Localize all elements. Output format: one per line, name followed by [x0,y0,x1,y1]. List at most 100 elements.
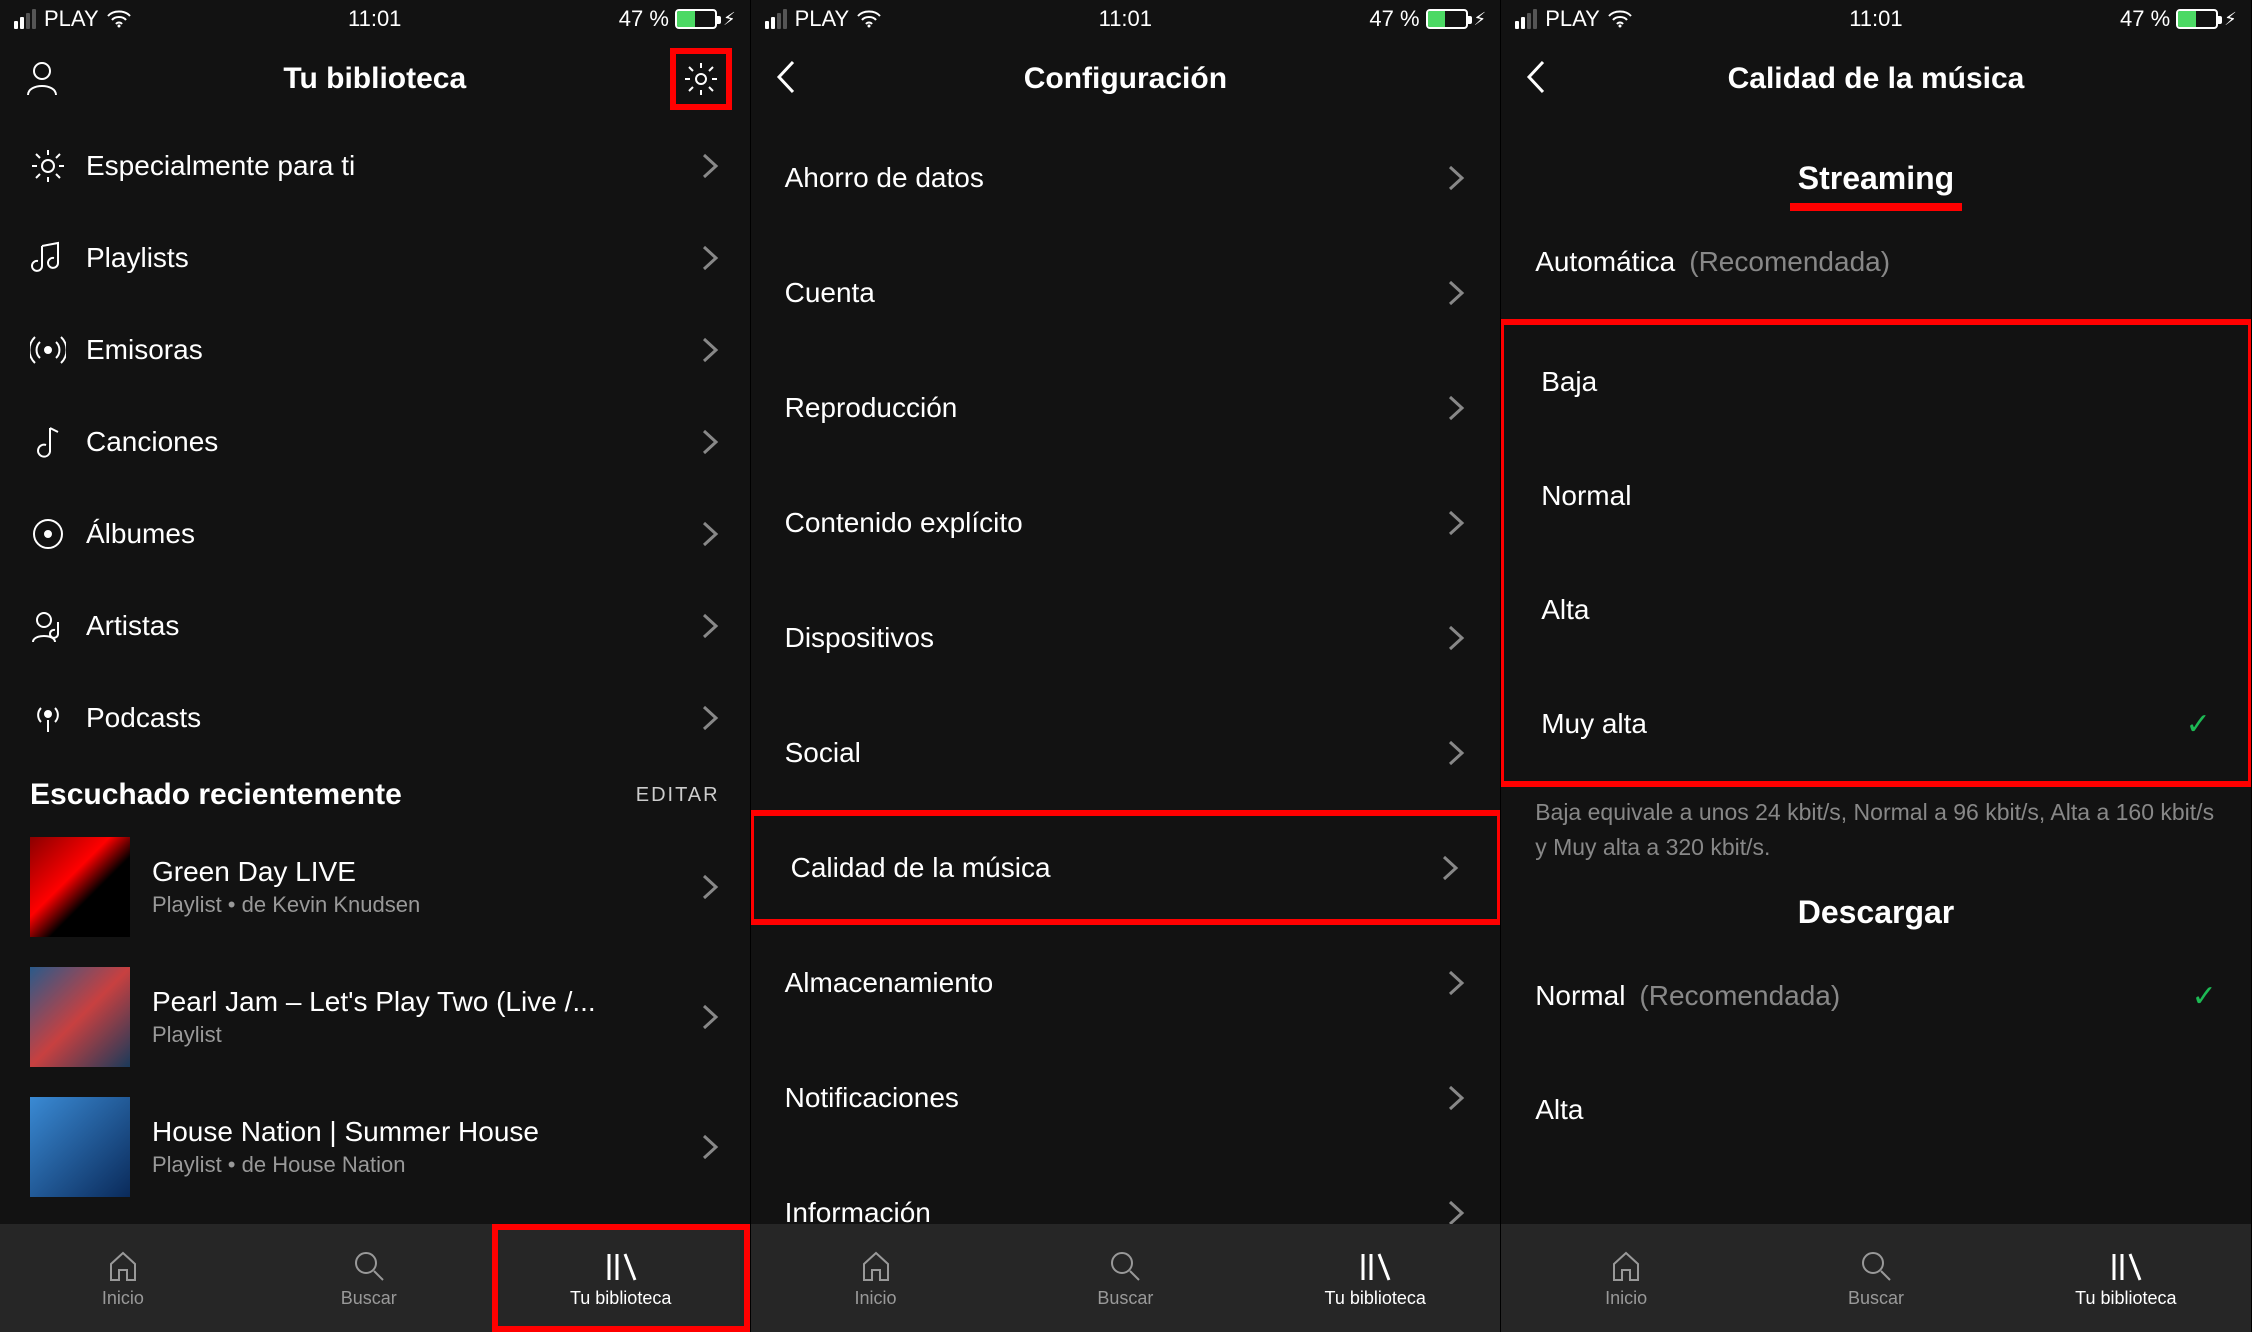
tab-label: Buscar [1848,1288,1904,1309]
setting-item-playback[interactable]: Reproducción [751,350,1501,465]
profile-button[interactable] [22,57,62,102]
music-note-icon [30,240,66,276]
tab-search[interactable]: Buscar [1751,1224,2001,1332]
tab-search[interactable]: Buscar [246,1224,492,1332]
tab-search[interactable]: Buscar [1000,1224,1250,1332]
note-icon [30,424,66,460]
screen-library: PLAY 11:01 47 % ⚡︎ Tu biblioteca Especia… [0,0,751,1332]
download-option-normal[interactable]: Normal (Recomendada) ✓ [1501,939,2251,1053]
menu-item-artists[interactable]: Artistas [0,580,750,672]
setting-label: Social [785,737,1447,769]
setting-item-data-saver[interactable]: Ahorro de datos [751,120,1501,235]
clock-label: 11:01 [1099,6,1152,32]
tab-bar: Inicio Buscar Tu biblioteca [0,1224,750,1332]
clock-label: 11:01 [348,6,401,32]
gear-icon [682,60,720,98]
library-icon [2108,1248,2144,1284]
setting-label: Calidad de la música [791,852,1441,884]
tab-home[interactable]: Inicio [0,1224,246,1332]
battery-pct-label: 47 % [1369,6,1419,32]
setting-item-devices[interactable]: Dispositivos [751,580,1501,695]
chevron-right-icon [700,243,720,273]
quality-option-normal[interactable]: Normal [1504,439,2248,553]
tab-home[interactable]: Inicio [751,1224,1001,1332]
disc-icon [30,516,66,552]
quality-hint: (Recomendada) [1639,980,1840,1012]
tab-label: Inicio [102,1288,144,1309]
quality-option-low[interactable]: Baja [1504,325,2248,439]
quality-option-auto[interactable]: Automática (Recomendada) [1501,205,2251,319]
tab-home[interactable]: Inicio [1501,1224,1751,1332]
album-art [30,837,130,937]
quality-option-high[interactable]: Alta [1504,553,2248,667]
settings-button[interactable] [670,48,732,110]
recent-item[interactable]: House Nation | Summer House Playlist • d… [0,1082,750,1212]
recent-item[interactable]: Pearl Jam – Let's Play Two (Live /... Pl… [0,952,750,1082]
tab-library[interactable]: Tu biblioteca [492,1224,750,1332]
setting-label: Notificaciones [785,1082,1447,1114]
carrier-label: PLAY [1545,6,1600,32]
menu-item-playlists[interactable]: Playlists [0,212,750,304]
quality-label: Alta [1535,1094,1583,1126]
chevron-right-icon [700,1002,720,1032]
setting-item-music-quality[interactable]: Calidad de la música [751,810,1501,925]
menu-item-for-you[interactable]: Especialmente para ti [0,120,750,212]
radio-icon [30,332,66,368]
screen-music-quality: PLAY 11:01 47 % ⚡︎ Calidad de la música … [1501,0,2252,1332]
chevron-right-icon [1446,508,1466,538]
sun-icon [30,148,66,184]
home-icon [105,1248,141,1284]
recent-section-header: Escuchado recientemente EDITAR [0,764,750,822]
chevron-right-icon [1446,1198,1466,1225]
tab-library[interactable]: Tu biblioteca [2001,1224,2251,1332]
podcast-icon [30,700,66,736]
setting-item-notifications[interactable]: Notificaciones [751,1040,1501,1155]
chevron-right-icon [700,1132,720,1162]
setting-label: Ahorro de datos [785,162,1447,194]
menu-label: Álbumes [86,518,700,550]
library-icon [1357,1248,1393,1284]
setting-label: Dispositivos [785,622,1447,654]
quality-label: Baja [1541,366,1597,398]
search-icon [1858,1248,1894,1284]
page-title: Tu biblioteca [283,62,466,96]
tab-label: Buscar [341,1288,397,1309]
menu-item-albums[interactable]: Álbumes [0,488,750,580]
back-button[interactable] [773,58,799,101]
page-title: Calidad de la música [1728,62,2025,96]
tab-library[interactable]: Tu biblioteca [1250,1224,1500,1332]
battery-icon [2176,9,2218,29]
wifi-icon [857,10,881,28]
chevron-right-icon [1446,968,1466,998]
setting-item-social[interactable]: Social [751,695,1501,810]
setting-item-storage[interactable]: Almacenamiento [751,925,1501,1040]
quality-option-very-high[interactable]: Muy alta ✓ [1504,667,2248,781]
edit-button[interactable]: EDITAR [636,784,720,807]
quality-info-text: Baja equivale a unos 24 kbit/s, Normal a… [1501,787,2251,884]
menu-item-stations[interactable]: Emisoras [0,304,750,396]
page-title: Configuración [1024,62,1227,96]
clock-label: 11:01 [1849,6,1902,32]
chevron-right-icon [700,519,720,549]
setting-item-info[interactable]: Información [751,1155,1501,1224]
menu-item-songs[interactable]: Canciones [0,396,750,488]
download-option-high[interactable]: Alta [1501,1053,2251,1167]
quality-label: Alta [1541,594,1589,626]
recent-item-title: House Nation | Summer House [152,1116,678,1148]
wifi-icon [107,10,131,28]
setting-item-account[interactable]: Cuenta [751,235,1501,350]
chevron-left-icon [773,58,799,96]
chevron-right-icon [700,872,720,902]
recent-item[interactable]: Green Day LIVE Playlist • de Kevin Knuds… [0,822,750,952]
recent-item-sub: Playlist • de Kevin Knudsen [152,892,678,918]
setting-label: Cuenta [785,277,1447,309]
chevron-right-icon [1446,738,1466,768]
setting-label: Información [785,1197,1447,1225]
check-icon: ✓ [2186,707,2211,742]
streaming-options-group: Baja Normal Alta Muy alta ✓ [1501,319,2251,787]
menu-item-podcasts[interactable]: Podcasts [0,672,750,764]
back-button[interactable] [1523,58,1549,101]
recent-item-title: Pearl Jam – Let's Play Two (Live /... [152,986,678,1018]
setting-item-explicit[interactable]: Contenido explícito [751,465,1501,580]
chevron-right-icon [700,335,720,365]
